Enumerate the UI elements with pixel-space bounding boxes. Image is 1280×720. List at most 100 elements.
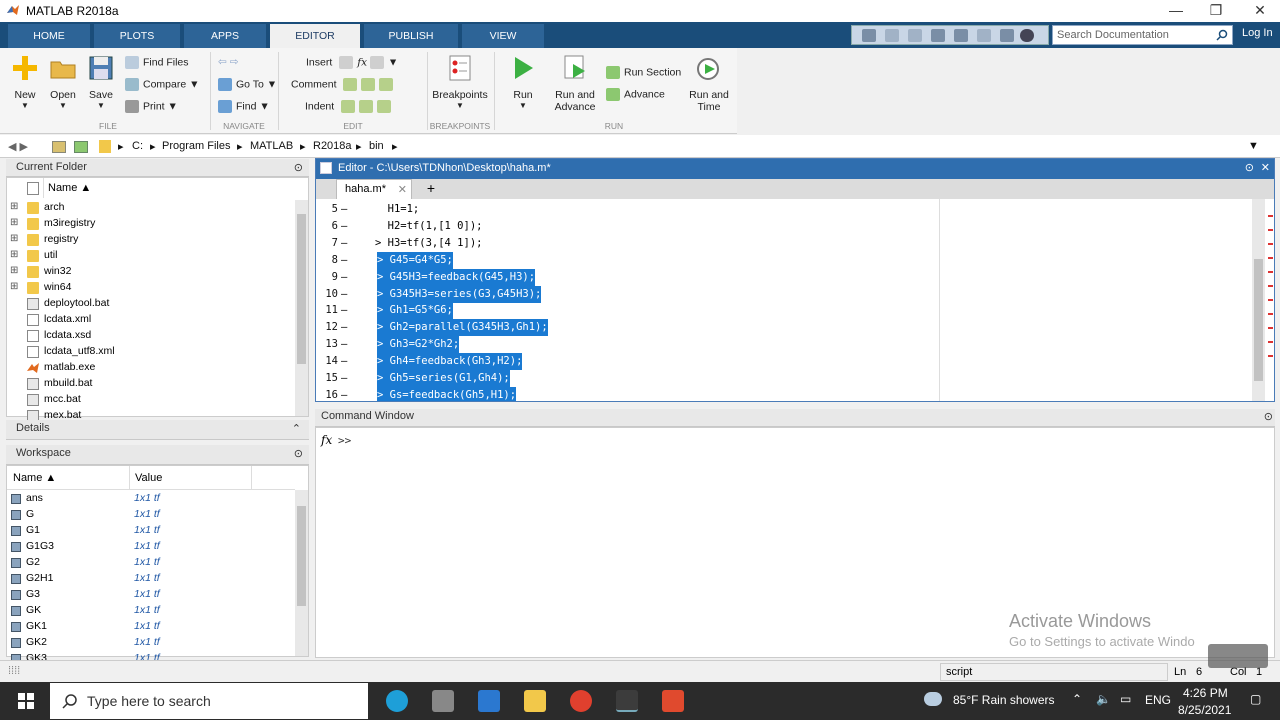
close-button[interactable]: ✕: [1240, 0, 1280, 22]
network-icon[interactable]: ▭: [1120, 692, 1131, 706]
tab-apps[interactable]: APPS: [184, 24, 266, 48]
executable-line-marker[interactable]: —: [341, 387, 347, 401]
folder-list-item[interactable]: deploytool.bat: [7, 296, 293, 312]
find-button[interactable]: Find ▼: [218, 100, 270, 113]
clock-time[interactable]: 4:26 PM: [1183, 686, 1228, 700]
folder-list-item[interactable]: mbuild.bat: [7, 376, 293, 392]
navigate-arrows[interactable]: ⇦ ⇨: [218, 56, 239, 68]
folder-list-item[interactable]: ⊞ win32: [7, 264, 293, 280]
windows-start-icon[interactable]: [18, 693, 34, 709]
editor-scrollbar[interactable]: [1252, 199, 1265, 401]
ws-col-name[interactable]: Name ▲: [13, 472, 56, 484]
code-line[interactable]: > Gh4=feedback(Gh3,H2);: [377, 353, 523, 371]
insert-button[interactable]: Insert fx ▼: [306, 56, 398, 69]
workspace-row[interactable]: G2H1 1x1 tf: [7, 571, 293, 587]
editor-menu-icon[interactable]: ⊙: [1245, 161, 1254, 174]
workspace-row[interactable]: G3 1x1 tf: [7, 587, 293, 603]
expand-icon[interactable]: ⊞: [10, 217, 18, 228]
executable-line-marker[interactable]: —: [341, 201, 347, 218]
compare-button[interactable]: Compare ▼: [125, 78, 200, 91]
folder-list-item[interactable]: lcdata.xsd: [7, 328, 293, 344]
workspace-row[interactable]: GK2 1x1 tf: [7, 635, 293, 651]
code-line[interactable]: > Gh2=parallel(G345H3,Gh1);: [377, 319, 548, 337]
folder-list-item[interactable]: ⊞ util: [7, 248, 293, 264]
open-button[interactable]: Open ▼: [46, 54, 80, 110]
expand-icon[interactable]: ⊞: [10, 249, 18, 260]
undo-icon[interactable]: [954, 29, 968, 42]
executable-line-marker[interactable]: —: [341, 302, 347, 319]
indent-button[interactable]: Indent: [305, 100, 395, 113]
fx-icon[interactable]: fx: [321, 433, 332, 447]
address-dropdown-icon[interactable]: ▼: [1248, 140, 1259, 152]
search-documentation-input[interactable]: Search Documentation: [1052, 25, 1233, 45]
help-icon[interactable]: [1020, 29, 1034, 42]
workspace-row[interactable]: G2 1x1 tf: [7, 555, 293, 571]
code-line[interactable]: > H3=tf(3,[4 1]);: [375, 235, 482, 252]
expand-icon[interactable]: ⊞: [10, 201, 18, 212]
code-line[interactable]: > Gh3=G2*Gh2;: [377, 336, 460, 354]
run-button[interactable]: Run ▼: [504, 54, 542, 110]
folder-list-item[interactable]: ⊞ win64: [7, 280, 293, 296]
folder-list-item[interactable]: lcdata.xml: [7, 312, 293, 328]
tab-close-icon[interactable]: ✕: [398, 183, 407, 196]
paste-icon[interactable]: [931, 29, 945, 42]
folder-list-item[interactable]: lcdata_utf8.xml: [7, 344, 293, 360]
save-icon[interactable]: [862, 29, 876, 42]
crumb-program-files[interactable]: Program Files: [162, 140, 230, 152]
code-line[interactable]: > Gh1=G5*G6;: [377, 302, 453, 320]
volume-icon[interactable]: 🔈: [1096, 692, 1111, 706]
code-line[interactable]: > Gs=feedback(Gh5,H1);: [377, 386, 517, 401]
folder-list-item[interactable]: ⊞ registry: [7, 232, 293, 248]
save-button[interactable]: Save ▼: [84, 54, 118, 110]
notifications-icon[interactable]: ▢: [1250, 692, 1261, 706]
run-section-button[interactable]: Run Section: [606, 66, 681, 79]
matlab-taskbar-icon[interactable]: [616, 690, 638, 712]
folder-list-item[interactable]: matlab.exe: [7, 360, 293, 376]
go-to-button[interactable]: Go To ▼: [218, 78, 277, 91]
copy-icon[interactable]: [908, 29, 922, 42]
workspace-row[interactable]: ans 1x1 tf: [7, 491, 293, 507]
run-and-time-button[interactable]: Run and Time: [686, 54, 732, 113]
login-link[interactable]: Log In: [1242, 27, 1273, 39]
address-bar[interactable]: ◀ ▶ ▸ C: ▸ Program Files ▸ MATLAB ▸ R201…: [0, 135, 1280, 158]
crumb-r2018a[interactable]: R2018a: [313, 140, 352, 152]
cut-icon[interactable]: [885, 29, 899, 42]
weather-icon[interactable]: [924, 692, 942, 706]
code-line[interactable]: > G45H3=feedback(G45,H3);: [377, 268, 536, 286]
executable-line-marker[interactable]: —: [341, 336, 347, 353]
workspace-row[interactable]: G1 1x1 tf: [7, 523, 293, 539]
tab-editor[interactable]: EDITOR: [270, 24, 360, 48]
executable-line-marker[interactable]: —: [341, 235, 347, 252]
minimize-button[interactable]: —: [1156, 0, 1196, 22]
code-line[interactable]: > G345H3=series(G3,G45H3);: [377, 285, 542, 303]
weather-text[interactable]: 85°F Rain showers: [953, 693, 1055, 707]
find-files-button[interactable]: Find Files: [125, 56, 189, 69]
breakpoints-button[interactable]: Breakpoints ▼: [430, 54, 490, 110]
expand-icon[interactable]: ⊞: [10, 281, 18, 292]
executable-line-marker[interactable]: —: [341, 269, 347, 286]
tab-publish[interactable]: PUBLISH: [364, 24, 458, 48]
workspace-scrollbar[interactable]: [295, 490, 308, 656]
advance-button[interactable]: Advance: [606, 88, 665, 101]
code-area[interactable]: 5— H1=1; 6— H2=tf(1,[1 0]); 7— > H3=tf(3,[4…: [316, 199, 1274, 401]
workspace-row[interactable]: GK 1x1 tf: [7, 603, 293, 619]
crumb-bin[interactable]: bin: [369, 140, 384, 152]
folder-scrollbar[interactable]: [295, 200, 308, 416]
print-button[interactable]: Print ▼: [125, 100, 178, 113]
tab-plots[interactable]: PLOTS: [94, 24, 180, 48]
browse-folder-icon[interactable]: [74, 141, 88, 153]
switch-windows-icon[interactable]: [1000, 29, 1014, 42]
video-overlay-controls[interactable]: [1208, 644, 1268, 668]
workspace-row[interactable]: G 1x1 tf: [7, 507, 293, 523]
column-name-header[interactable]: Name ▲: [43, 178, 293, 198]
executable-line-marker[interactable]: —: [341, 252, 347, 269]
tab-home[interactable]: HOME: [8, 24, 90, 48]
panel-menu-icon[interactable]: ⊙: [294, 447, 303, 460]
folder-list-item[interactable]: mcc.bat: [7, 392, 293, 408]
executable-line-marker[interactable]: —: [341, 218, 347, 235]
maximize-button[interactable]: ❐: [1196, 0, 1236, 22]
clock-date[interactable]: 8/25/2021: [1178, 703, 1231, 717]
chrome-icon[interactable]: [570, 690, 592, 712]
panel-menu-icon[interactable]: ⊙: [1264, 410, 1273, 423]
mail-icon[interactable]: [478, 690, 500, 712]
